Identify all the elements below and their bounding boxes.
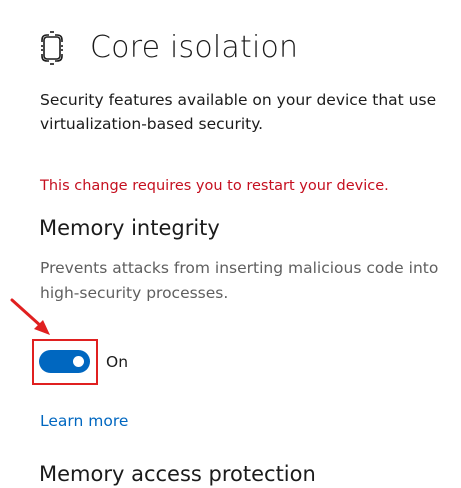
- toggle-knob: [73, 356, 84, 367]
- memory-integrity-toggle[interactable]: [39, 350, 90, 373]
- page-description: Security features available on your devi…: [40, 91, 437, 133]
- core-isolation-page: Core isolation Security features availab…: [0, 0, 461, 488]
- red-arrow-icon: [10, 298, 50, 335]
- memory-access-protection-title: Memory access protection: [39, 462, 316, 486]
- toggle-state-label: On: [106, 353, 129, 371]
- memory-integrity-title: Memory integrity: [39, 216, 220, 240]
- memory-integrity-description: Prevents attacks from inserting maliciou…: [40, 259, 439, 302]
- restart-warning: This change requires you to restart your…: [40, 178, 389, 194]
- learn-more-link[interactable]: Learn more: [40, 409, 128, 433]
- chip-frame-icon: [41, 31, 63, 65]
- page-header: Core isolation: [38, 26, 298, 70]
- page-title: Core isolation: [90, 30, 299, 65]
